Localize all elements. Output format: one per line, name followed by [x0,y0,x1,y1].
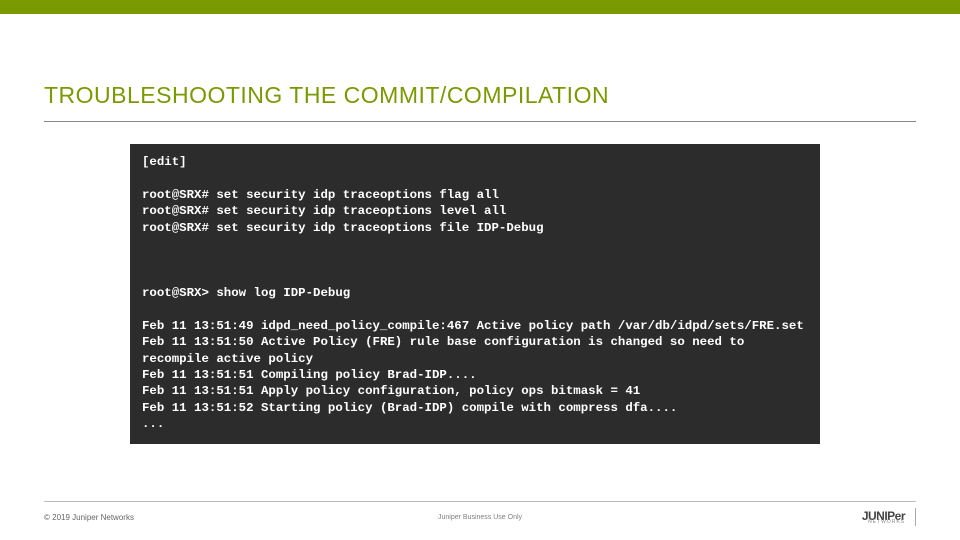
footer-classification: Juniper Business Use Only [438,514,522,521]
logo-subtext: NETWORKS [868,520,905,525]
heading-divider [44,121,916,122]
page-title: TROUBLESHOOTING THE COMMIT/COMPILATION [0,14,960,121]
terminal-output: [edit] root@SRX# set security idp traceo… [130,144,820,444]
brand-top-bar [0,0,960,14]
juniper-logo: JUNIPer NETWORKS [862,508,916,526]
footer: © 2019 Juniper Networks Juniper Business… [44,501,916,526]
copyright-text: © 2019 Juniper Networks [44,513,134,522]
slide-body: TROUBLESHOOTING THE COMMIT/COMPILATION [… [0,14,960,540]
logo-divider [915,508,916,526]
logo-text-stack: JUNIPer NETWORKS [862,510,905,525]
